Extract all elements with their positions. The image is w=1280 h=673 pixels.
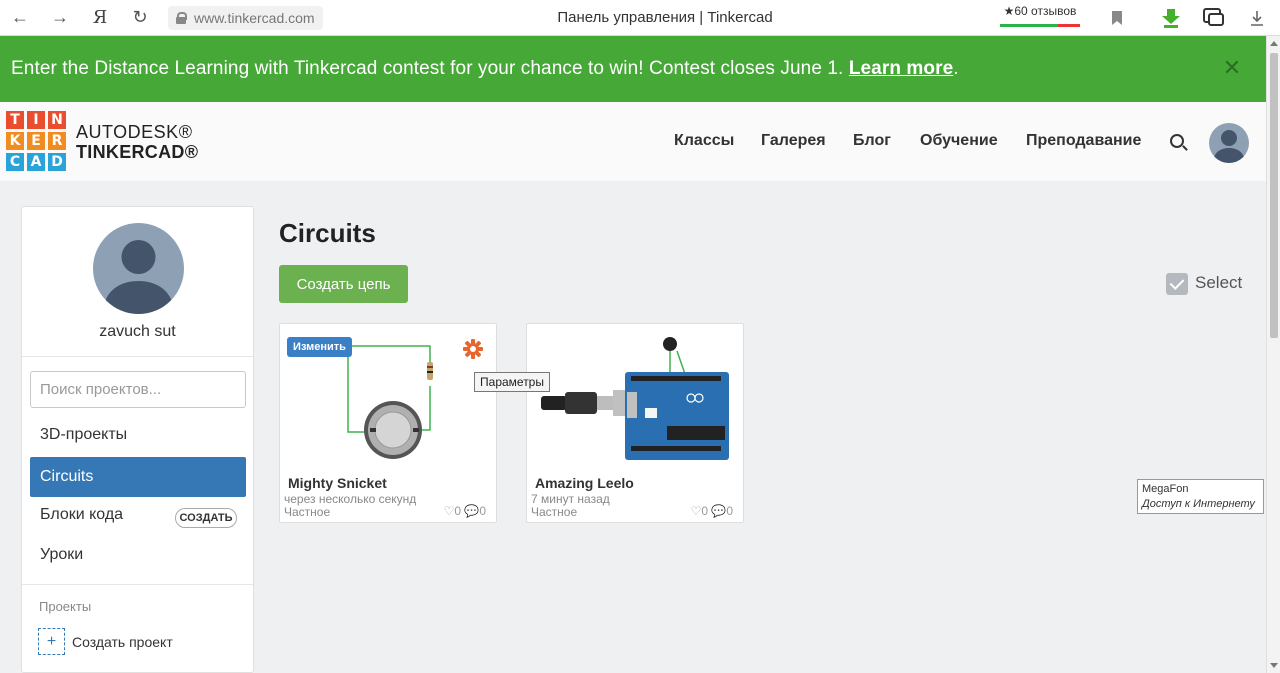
close-icon[interactable]: ✕ bbox=[1220, 56, 1244, 80]
nav-gallery[interactable]: Галерея bbox=[761, 132, 826, 150]
project-card[interactable]: Изменить Mighty Snicket через несколько … bbox=[279, 323, 497, 523]
yandex-icon[interactable]: Я bbox=[80, 0, 120, 36]
sidebar-item-circuits[interactable]: Circuits bbox=[30, 457, 246, 497]
brand-tinkercad: TINKERCAD® bbox=[76, 142, 199, 162]
logo-tile: R bbox=[48, 132, 66, 150]
url-text: www.tinkercad.com bbox=[194, 9, 315, 26]
scroll-thumb[interactable] bbox=[1270, 53, 1278, 338]
create-circuit-button[interactable]: Создать цепь bbox=[279, 265, 408, 303]
divider bbox=[22, 356, 253, 357]
nav-learning[interactable]: Обучение bbox=[920, 132, 998, 150]
tab-title: Панель управления | Tinkercad bbox=[557, 9, 773, 26]
download-icon[interactable] bbox=[1245, 6, 1269, 30]
arduino-thumbnail bbox=[541, 337, 729, 460]
chat-icon[interactable] bbox=[1202, 6, 1226, 30]
reviews-label: ★60 отзывов bbox=[1003, 4, 1077, 18]
edit-badge[interactable]: Изменить bbox=[287, 337, 352, 357]
scroll-down-icon[interactable] bbox=[1270, 663, 1278, 668]
project-card[interactable]: Amazing Leelo 7 минут назад Частное ♡0 💬… bbox=[526, 323, 744, 523]
logo-tile: A bbox=[27, 153, 45, 171]
brand-autodesk: AUTODESK® bbox=[76, 122, 193, 142]
project-privacy: Частное bbox=[284, 505, 331, 519]
projects-section-title: Проекты bbox=[39, 599, 92, 614]
project-privacy: Частное bbox=[531, 505, 578, 519]
sidebar-item-3d-projects[interactable]: 3D-проекты bbox=[30, 415, 246, 455]
logo-tile: D bbox=[48, 153, 66, 171]
forward-icon[interactable]: → bbox=[40, 0, 80, 36]
username[interactable]: zavuch sut bbox=[22, 323, 253, 341]
profile-avatar[interactable] bbox=[93, 223, 184, 314]
site-header: TIN KER CAD AUTODESK® TINKERCAD® Классы Га… bbox=[0, 102, 1266, 181]
settings-tooltip: Параметры bbox=[474, 372, 550, 392]
bookmark-icon[interactable] bbox=[1105, 6, 1129, 30]
project-stats: ♡0 💬0 bbox=[690, 504, 733, 518]
logo-tile: T bbox=[6, 111, 24, 129]
reload-icon[interactable]: ↻ bbox=[120, 0, 160, 36]
divider bbox=[22, 584, 253, 585]
select-checkbox[interactable] bbox=[1166, 273, 1188, 295]
browser-toolbar: ← → Я ↻ www.tinkercad.com Панель управле… bbox=[0, 0, 1280, 36]
notice-subtitle: Доступ к Интернету bbox=[1142, 498, 1255, 510]
select-label[interactable]: Select bbox=[1195, 273, 1242, 293]
back-icon[interactable]: ← bbox=[0, 0, 40, 36]
search-icon[interactable] bbox=[1170, 134, 1184, 148]
logo-tile: I bbox=[27, 111, 45, 129]
project-name[interactable]: Mighty Snicket bbox=[288, 475, 387, 491]
brand-name[interactable]: AUTODESK® TINKERCAD® bbox=[76, 122, 198, 162]
learn-more-link[interactable]: Learn more bbox=[849, 58, 953, 79]
reviews-rating-bar bbox=[1000, 24, 1080, 27]
logo-tile: K bbox=[6, 132, 24, 150]
nav-blog[interactable]: Блог bbox=[853, 132, 891, 150]
create-codeblocks-button[interactable]: СОЗДАТЬ bbox=[175, 508, 237, 528]
plus-icon[interactable]: + bbox=[38, 628, 65, 655]
network-notice: MegaFon Доступ к Интернету bbox=[1137, 479, 1264, 514]
download-manager-icon[interactable] bbox=[1159, 6, 1183, 30]
lock-icon bbox=[176, 11, 187, 24]
logo-tile: N bbox=[48, 111, 66, 129]
sidebar: zavuch sut 3D-проекты Circuits Блоки код… bbox=[21, 206, 254, 673]
contest-banner: Enter the Distance Learning with Tinkerc… bbox=[0, 36, 1266, 102]
gear-icon[interactable] bbox=[462, 338, 484, 360]
nav-classes[interactable]: Классы bbox=[674, 132, 734, 150]
user-avatar[interactable] bbox=[1209, 123, 1249, 163]
page-title: Circuits bbox=[279, 218, 376, 248]
tinkercad-logo[interactable]: TIN KER CAD bbox=[6, 111, 66, 171]
logo-tile: C bbox=[6, 153, 24, 171]
sidebar-item-lessons[interactable]: Уроки bbox=[30, 535, 246, 575]
address-bar[interactable]: www.tinkercad.com bbox=[168, 5, 323, 30]
page-scrollbar[interactable] bbox=[1266, 36, 1280, 673]
project-time: через несколько секунд bbox=[284, 492, 417, 506]
project-time: 7 минут назад bbox=[531, 492, 610, 506]
reviews-button[interactable]: ★60 отзывов bbox=[998, 4, 1082, 28]
project-name[interactable]: Amazing Leelo bbox=[535, 475, 634, 491]
banner-text: Enter the Distance Learning with Tinkerc… bbox=[11, 58, 959, 79]
create-project-link[interactable]: Создать проект bbox=[72, 634, 173, 650]
notice-title: MegaFon bbox=[1142, 483, 1189, 495]
search-projects-input[interactable] bbox=[30, 371, 246, 408]
project-stats: ♡0 💬0 bbox=[443, 504, 486, 518]
nav-teaching[interactable]: Преподавание bbox=[1026, 132, 1141, 150]
scroll-up-icon[interactable] bbox=[1270, 41, 1278, 46]
logo-tile: E bbox=[27, 132, 45, 150]
